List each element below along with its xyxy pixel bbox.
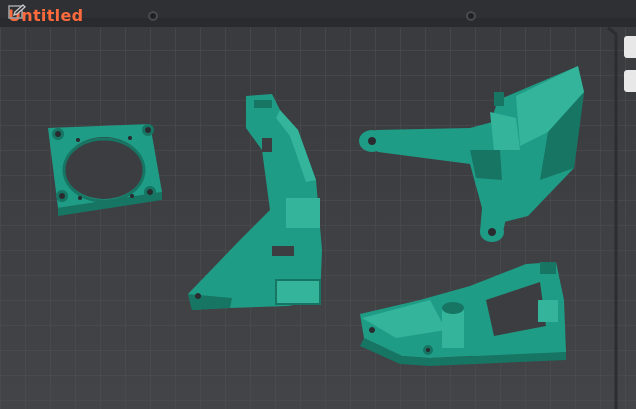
plate-screw-right	[466, 11, 476, 21]
side-tab-2[interactable]	[624, 70, 636, 92]
build-plate-view[interactable]	[0, 0, 636, 409]
project-title-group: Untitled	[8, 4, 83, 26]
side-panel-tabs	[624, 36, 636, 104]
plate-bezel	[0, 18, 636, 27]
model-part-square-mount[interactable]	[48, 124, 162, 216]
side-tab-1[interactable]	[624, 36, 636, 58]
title-bar: Untitled	[0, 0, 636, 27]
plate-screw-left	[148, 11, 158, 21]
3d-viewport[interactable]: Untitled	[0, 0, 636, 409]
pencil-icon[interactable]	[8, 4, 26, 20]
